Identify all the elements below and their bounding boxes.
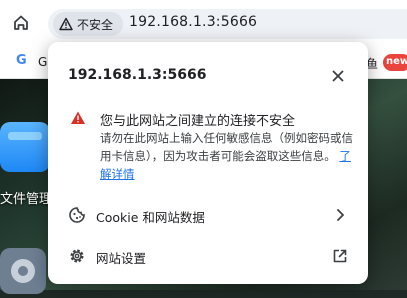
site-settings-row[interactable]: 网站设置 xyxy=(48,238,368,274)
home-button[interactable] xyxy=(10,12,32,34)
connection-warning-text: 请勿在此网站上输入任何敏感信息（例如密码或信用卡信息），因为攻击者可能会盗取这些… xyxy=(100,129,358,183)
chevron-right-icon xyxy=(337,209,344,221)
popup-title: 192.168.1.3:5666 xyxy=(68,67,207,83)
warning-alert-icon xyxy=(71,111,85,124)
gear-icon xyxy=(11,259,35,283)
url-text[interactable]: 192.168.1.3:5666 xyxy=(129,14,257,30)
connection-warning-body: 请勿在此网站上输入任何敏感信息（例如密码或信用卡信息），因为攻击者可能会盗取这些… xyxy=(100,131,353,163)
security-chip-label: 不安全 xyxy=(77,18,114,32)
security-status-chip[interactable]: 不安全 xyxy=(53,12,123,36)
cookie-icon xyxy=(69,207,85,223)
close-icon xyxy=(332,70,344,82)
connection-warning-title: 您与此网站之间建立的连接不安全 xyxy=(100,114,296,129)
folder-tab-icon xyxy=(8,132,42,140)
external-link-icon xyxy=(333,249,347,263)
new-badge: new xyxy=(383,54,407,71)
cookies-row-label: Cookie 和网站数据 xyxy=(96,210,205,225)
file-manager-label[interactable]: 文件管理 xyxy=(0,188,52,207)
file-manager-app-icon[interactable] xyxy=(0,122,50,172)
site-info-popup: 192.168.1.3:5666 您与此网站之间建立的连接不安全 请勿在此网站上… xyxy=(48,42,368,284)
new-badge-text: new xyxy=(386,56,407,67)
close-button[interactable] xyxy=(328,66,348,86)
settings-gear-icon xyxy=(70,249,84,263)
warning-triangle-icon xyxy=(59,17,73,31)
cookies-site-data-row[interactable]: Cookie 和网站数据 xyxy=(48,197,368,233)
bookmark-label[interactable]: G xyxy=(38,55,47,69)
home-icon xyxy=(14,15,28,30)
settings-app-icon[interactable] xyxy=(0,248,46,294)
site-settings-label: 网站设置 xyxy=(96,251,147,266)
google-bookmark-icon[interactable]: G xyxy=(16,53,27,68)
